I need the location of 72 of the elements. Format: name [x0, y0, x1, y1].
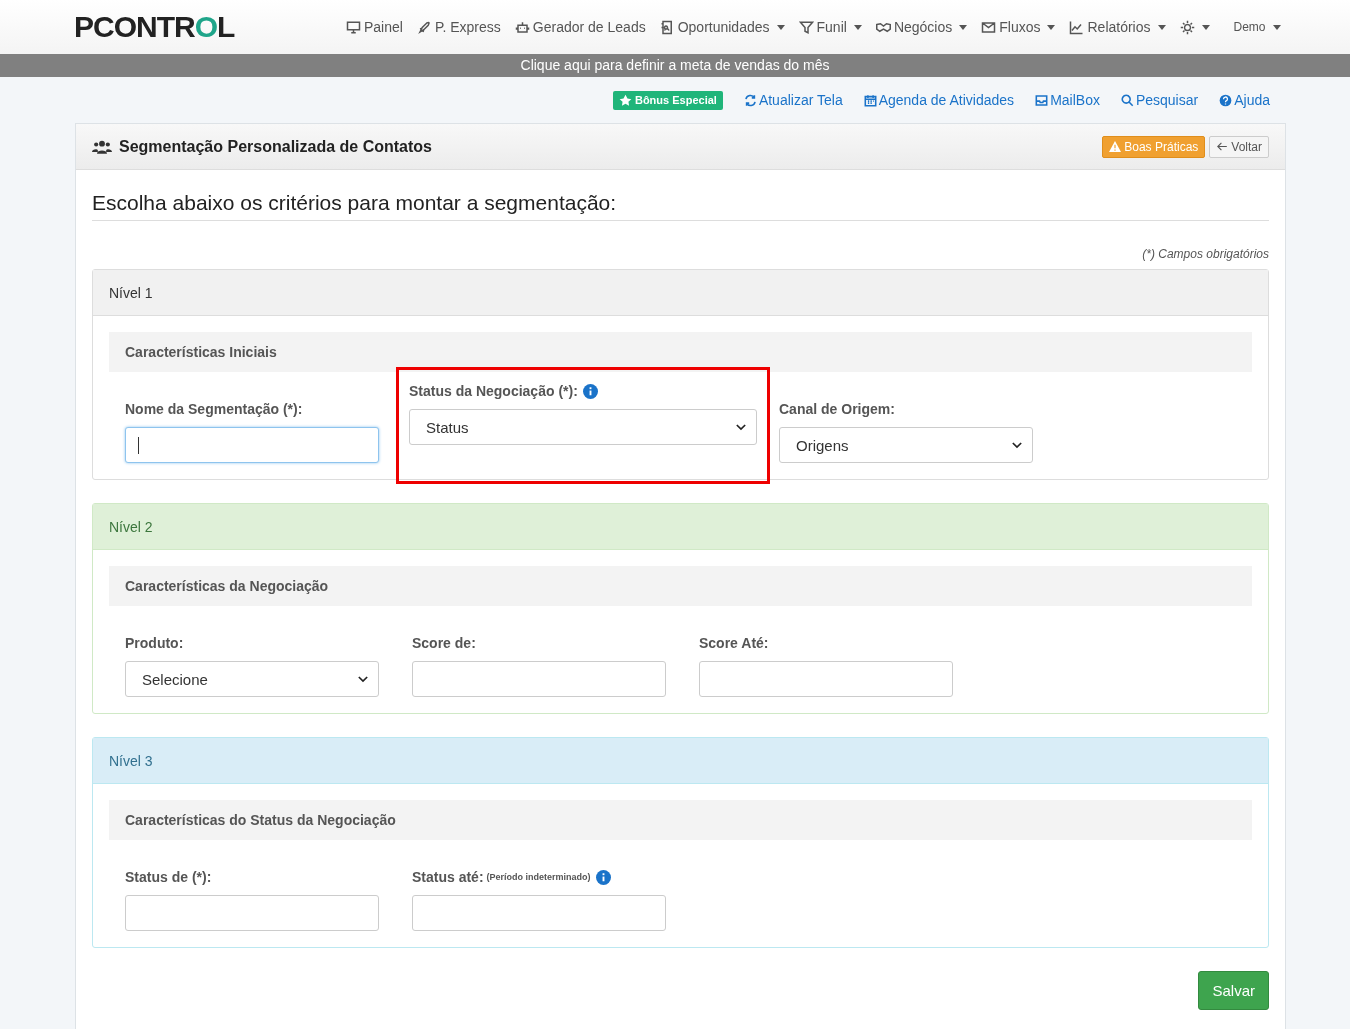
toolbar-link[interactable]: Agenda de Atividades	[863, 92, 1015, 108]
logo[interactable]: PCONTROL	[74, 10, 334, 44]
nav-item[interactable]: Funil	[798, 19, 862, 35]
sales-goal-banner[interactable]: Clique aqui para definir a meta de vendas do mês	[0, 54, 1350, 77]
nav-item[interactable]: P. Express	[416, 19, 501, 35]
info-icon[interactable]	[595, 869, 611, 885]
chevron-icon	[736, 423, 746, 431]
search-icon	[1120, 93, 1134, 107]
field-label: Status da Negociação (*):	[409, 383, 578, 399]
calendar-icon	[863, 93, 877, 107]
toolbar-link[interactable]: MailBox	[1035, 92, 1100, 108]
panel-title: Nível 2	[109, 518, 153, 535]
field-label: Status até:	[412, 869, 484, 885]
field-note: (Período indeterminado)	[486, 872, 591, 882]
caret-icon	[1272, 24, 1281, 30]
line-chart-icon	[1069, 19, 1085, 35]
users-icon	[92, 138, 112, 155]
warning-icon	[1109, 141, 1122, 152]
nav-item[interactable]: Negócios	[875, 19, 968, 35]
toolbar-link[interactable]: Pesquisar	[1120, 92, 1199, 108]
nav-item[interactable]: Relatórios	[1069, 19, 1166, 35]
input-field[interactable]	[412, 661, 666, 697]
info-icon[interactable]	[582, 383, 598, 399]
filter-icon	[798, 19, 814, 35]
toolbar-link[interactable]: Ajuda	[1219, 92, 1270, 108]
panel-title: Nível 1	[109, 284, 153, 301]
contact-card-icon	[659, 19, 675, 35]
chevron-icon	[358, 675, 368, 683]
envelope-icon	[981, 19, 997, 35]
back-arrow-icon	[1216, 141, 1229, 152]
monitor-icon	[346, 19, 361, 35]
nav-item[interactable]: Painel	[346, 19, 403, 35]
field-label: Status de (*):	[125, 869, 212, 885]
star-icon	[618, 93, 632, 107]
section-subtitle: Características Iniciais	[109, 332, 1252, 372]
help-icon	[1219, 93, 1233, 107]
section-subtitle: Características do Status da Negociação	[109, 800, 1252, 840]
select-field[interactable]: Selecione	[125, 661, 379, 697]
robot-icon	[514, 19, 530, 35]
caret-icon	[853, 24, 862, 30]
nav-item[interactable]: Oportunidades	[659, 19, 785, 35]
select-field[interactable]: Status	[409, 409, 757, 445]
refresh-icon	[743, 93, 757, 107]
required-note: (*) Campos obrigatórios	[1142, 247, 1269, 261]
nav-item[interactable]: Fluxos	[981, 19, 1056, 35]
caret-icon	[776, 24, 785, 30]
field-label: Canal de Origem:	[779, 401, 895, 417]
caret-icon	[1157, 24, 1166, 30]
caret-icon	[1201, 24, 1210, 30]
field-label: Score de:	[412, 635, 476, 651]
card-title: Segmentação Personalizada de Contatos	[119, 137, 432, 156]
inbox-icon	[1035, 93, 1049, 107]
input-field[interactable]	[699, 661, 953, 697]
nav-item[interactable]: Demo	[1223, 20, 1281, 34]
input-field[interactable]	[125, 895, 379, 931]
select-field[interactable]: Origens	[779, 427, 1033, 463]
input-field[interactable]	[125, 427, 379, 463]
field-label: Nome da Segmentação (*):	[125, 401, 303, 417]
field-label: Produto:	[125, 635, 184, 651]
nav-item[interactable]: Gerador de Leads	[514, 19, 646, 35]
settings-icon	[1179, 19, 1195, 35]
back-button[interactable]: Voltar	[1209, 135, 1269, 158]
form-heading: Escolha abaixo os critérios para montar a segmentação:	[92, 191, 1269, 221]
caret-icon	[1047, 24, 1056, 30]
caret-icon	[959, 24, 968, 30]
settings-menu[interactable]	[1179, 19, 1210, 35]
input-field[interactable]	[412, 895, 666, 931]
panel-title: Nível 3	[109, 752, 153, 769]
field-label: Score Até:	[699, 635, 769, 651]
chevron-icon	[1012, 441, 1022, 449]
toolbar-link[interactable]: Atualizar Tela	[743, 92, 843, 108]
section-subtitle: Características da Negociação	[109, 566, 1252, 606]
